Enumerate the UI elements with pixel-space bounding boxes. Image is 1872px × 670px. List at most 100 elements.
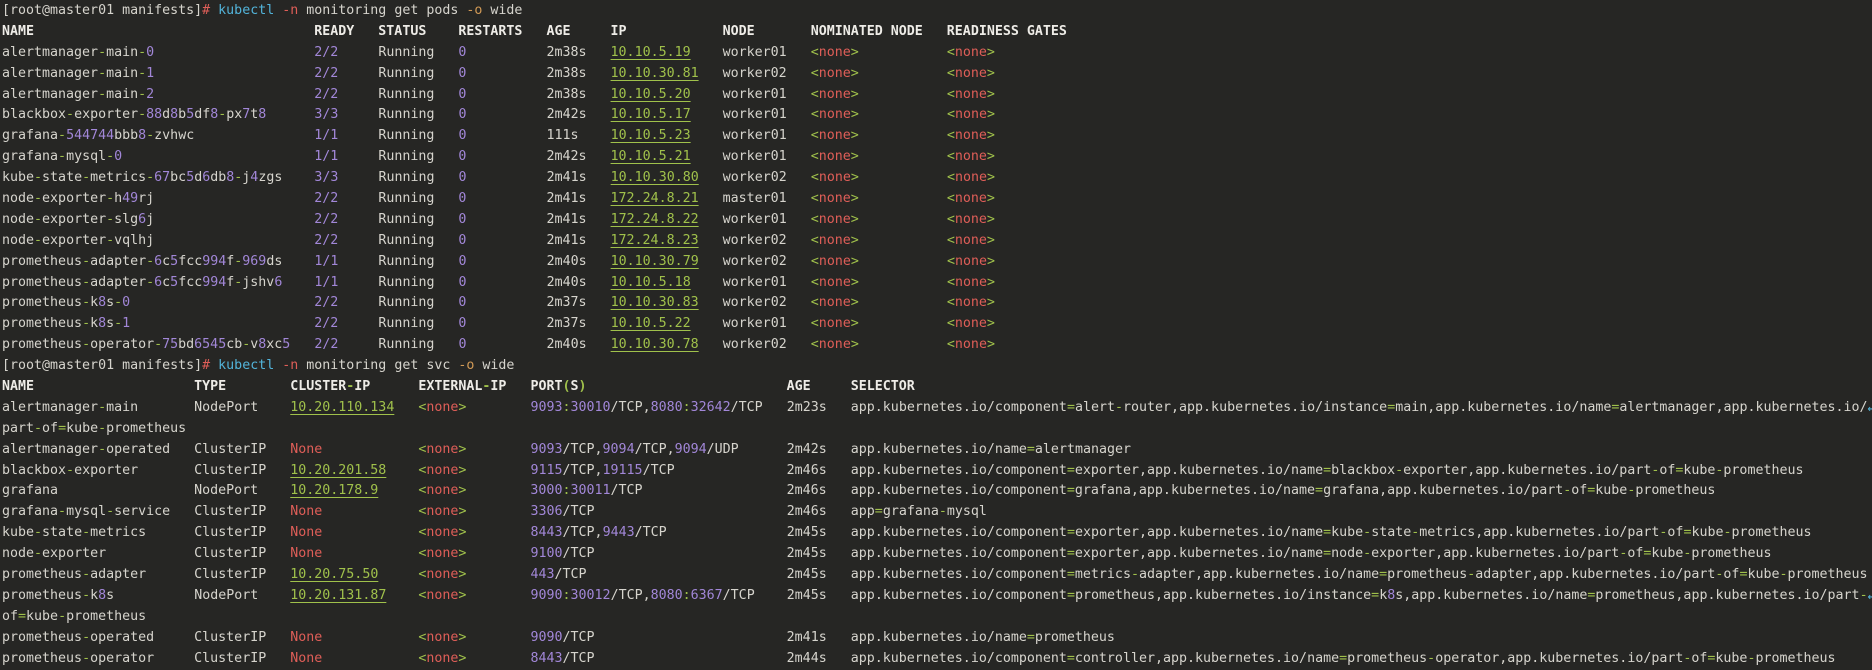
column-gap [114,588,194,603]
column-gap [58,483,194,498]
column-gap [322,504,418,519]
column-gap [466,212,546,227]
pod-alertmanager-main-2: alertmanager-main-2 2/2 Running 0 2m38s … [2,85,1872,106]
column-gap [827,504,851,519]
column-gap [154,66,314,81]
svc-prometheus-operator: prometheus-operator ClusterIP None <none… [2,649,1872,670]
column-gap [643,483,787,498]
column-gap [154,87,314,102]
column-gap [466,316,546,331]
column-gap [787,45,811,60]
column-gap [467,275,547,290]
column-gap [827,567,851,582]
column-gap [827,525,851,540]
column-gap [763,400,787,415]
column-gap [434,128,458,143]
column-gap [434,149,458,164]
column-gap [755,588,787,603]
column-gap [338,66,378,81]
column-gap [338,149,378,164]
column-gap [587,316,611,331]
column-gap [827,630,851,645]
column-gap [338,212,378,227]
column-gap [378,567,418,582]
column-gap [338,170,378,185]
column-gap [827,442,851,457]
column-gap [154,233,314,248]
column-gap [434,337,458,352]
column-gap [338,275,378,290]
column-gap [859,254,947,269]
column-gap [338,191,378,206]
column-gap [755,24,811,39]
column-gap [467,170,547,185]
column-gap [466,337,546,352]
prompt-svc-command: [root@master01 manifests]# kubectl -n mo… [2,356,1872,377]
column-gap [426,24,458,39]
column-gap [691,128,723,143]
pod-node-exporter-vqlhj: node-exporter-vqlhj 2/2 Running 0 2m41s … [2,231,1872,252]
pod-alertmanager-main-0: alertmanager-main-0 2/2 Running 0 2m38s … [2,43,1872,64]
column-gap [859,275,947,290]
pod-node-exporter-slg6j: node-exporter-slg6j 2/2 Running 0 2m41s … [2,210,1872,231]
column-gap [587,337,611,352]
column-gap [787,254,811,269]
column-gap [338,107,378,122]
column-gap [266,442,290,457]
column-gap [226,379,290,394]
column-gap [138,463,194,478]
column-gap [587,170,611,185]
column-gap [691,107,723,122]
column-gap [434,191,458,206]
column-gap [859,316,947,331]
column-gap [859,337,947,352]
column-gap [466,504,530,519]
column-gap [466,588,530,603]
column-gap [466,191,546,206]
svc-prometheus-operated: prometheus-operated ClusterIP None <none… [2,628,1872,649]
column-gap [138,400,194,415]
svc-kube-state-metrics: kube-state-metrics ClusterIP None <none>… [2,523,1872,544]
column-gap [466,463,530,478]
column-gap [691,275,723,290]
column-gap [154,191,314,206]
pod-alertmanager-main-1: alertmanager-main-1 2/2 Running 0 2m38s … [2,64,1872,85]
column-gap [466,400,530,415]
column-gap [466,87,546,102]
svc-alertmanager-operated: alertmanager-operated ClusterIP None <no… [2,440,1872,461]
column-gap [699,254,723,269]
column-gap [434,87,458,102]
column-gap [587,233,611,248]
svc-prometheus-k8s-wrap: of=kube-prometheus [2,607,1872,628]
column-gap [466,45,546,60]
terminal-window[interactable]: [root@master01 manifests]# kubectl -n mo… [0,0,1872,670]
svc-alertmanager-main: alertmanager-main NodePort 10.20.110.134… [2,398,1872,419]
column-gap [434,66,458,81]
column-gap [923,24,947,39]
column-gap [827,400,851,415]
column-gap [338,87,378,102]
column-gap [154,651,194,666]
column-gap [587,66,611,81]
column-gap [466,546,530,561]
column-gap [699,170,723,185]
column-gap [370,379,418,394]
column-gap [322,525,418,540]
column-gap [434,316,458,331]
column-gap [466,233,546,248]
pod-node-exporter-h49rj: node-exporter-h49rj 2/2 Running 0 2m41s … [2,189,1872,210]
pod-grafana: grafana-544744bbb8-zvhwc 1/1 Running 0 1… [2,126,1872,147]
column-gap [290,337,314,352]
column-gap [587,254,611,269]
column-gap [338,295,378,310]
column-gap [466,149,546,164]
pods-header: NAME READY STATUS RESTARTS AGE IP NODE N… [2,22,1872,43]
column-gap [739,442,787,457]
column-gap [587,191,611,206]
column-gap [859,45,947,60]
column-gap [595,630,787,645]
column-gap [859,128,947,143]
svc-node-exporter: node-exporter ClusterIP None <none> 9100… [2,544,1872,565]
column-gap [266,107,314,122]
column-gap [338,316,378,331]
